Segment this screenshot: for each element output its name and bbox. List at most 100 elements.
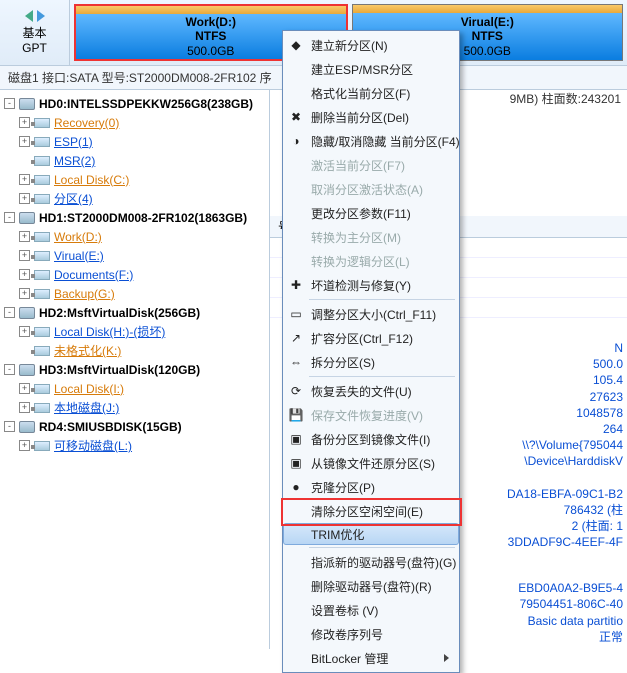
menu-icon: ◑: [287, 132, 305, 150]
tree-disk[interactable]: - HD1:ST2000DM008-2FR102(1863GB): [0, 208, 269, 227]
expand-toggle[interactable]: +: [19, 117, 30, 128]
tree-partition[interactable]: + Virual(E:): [0, 246, 269, 265]
tree-label: MSR(2): [54, 154, 95, 168]
partition-icon: [34, 346, 50, 356]
tree-disk[interactable]: -RD4:SMIUSBDISK(15GB): [0, 417, 269, 436]
tree-label: Documents(F:): [54, 268, 133, 282]
tree-partition[interactable]: MSR(2): [0, 151, 269, 170]
expand-toggle[interactable]: +: [19, 383, 30, 394]
menu-item[interactable]: ▣从镜像文件还原分区(S): [283, 451, 459, 475]
tree-disk[interactable]: -HD3:MsftVirtualDisk(120GB): [0, 360, 269, 379]
expand-toggle[interactable]: +: [19, 231, 30, 242]
expand-toggle[interactable]: +: [19, 326, 30, 337]
menu-item[interactable]: 建立ESP/MSR分区: [283, 57, 459, 81]
tree-label: Backup(G:): [54, 287, 115, 301]
partition-icon: [34, 441, 50, 451]
bottom-line: 正常: [518, 629, 623, 645]
tree-label: 未格式化(K:): [54, 342, 121, 359]
tree-partition[interactable]: +Local Disk(C:): [0, 170, 269, 189]
detail-line: 105.4: [507, 372, 623, 388]
expand-toggle[interactable]: +: [19, 193, 30, 204]
menu-item[interactable]: ↗扩容分区(Ctrl_F12): [283, 326, 459, 350]
submenu-arrow-icon: [444, 654, 449, 662]
disk-icon: [19, 364, 35, 376]
tree-partition[interactable]: +可移动磁盘(L:): [0, 436, 269, 455]
tree-partition[interactable]: +Local Disk(H:)-(损坏): [0, 322, 269, 341]
expand-toggle[interactable]: -: [4, 212, 15, 223]
menu-item[interactable]: 更改分区参数(F11): [283, 201, 459, 225]
menu-item[interactable]: ⟳恢复丢失的文件(U): [283, 379, 459, 403]
expand-toggle[interactable]: -: [4, 98, 15, 109]
menu-icon: [287, 601, 305, 619]
tree-disk[interactable]: - HD2:MsftVirtualDisk(256GB): [0, 303, 269, 322]
detail-line: 500.0: [507, 356, 623, 372]
menu-item[interactable]: 清除分区空闲空间(E): [283, 499, 459, 523]
menu-item[interactable]: ◑ 隐藏/取消隐藏 当前分区(F4): [283, 129, 459, 153]
menu-item[interactable]: 删除驱动器号(盘符)(R): [283, 574, 459, 598]
menu-icon: ⟳: [287, 382, 305, 400]
menu-item[interactable]: 指派新的驱动器号(盘符)(G): [283, 550, 459, 574]
menu-item[interactable]: ✚坏道检测与修复(Y): [283, 273, 459, 297]
expand-toggle[interactable]: -: [4, 364, 15, 375]
arrow-right-icon[interactable]: [37, 10, 45, 22]
tree-disk[interactable]: - HD0:INTELSSDPEKKW256G8(238GB): [0, 94, 269, 113]
info-line-right: 9MB) 柱面数:243201: [510, 90, 621, 107]
tree-partition[interactable]: +Work(D:): [0, 227, 269, 246]
tree-label: Virual(E:): [54, 249, 104, 263]
tree-label: HD2:MsftVirtualDisk(256GB): [39, 306, 200, 320]
expand-toggle[interactable]: +: [19, 174, 30, 185]
menu-item[interactable]: ✖删除当前分区(Del): [283, 105, 459, 129]
menu-item[interactable]: 设置卷标 (V): [283, 598, 459, 622]
bottom-line: Basic data partitio: [518, 613, 623, 629]
menu-item[interactable]: ◆建立新分区(N): [283, 33, 459, 57]
expand-toggle[interactable]: -: [4, 421, 15, 432]
expand-toggle[interactable]: +: [19, 250, 30, 261]
expand-toggle[interactable]: +: [19, 136, 30, 147]
menu-icon: [287, 502, 305, 520]
menu-item[interactable]: ▭调整分区大小(Ctrl_F11): [283, 302, 459, 326]
tree-partition[interactable]: +ESP(1): [0, 132, 269, 151]
tree-partition[interactable]: +Recovery(0): [0, 113, 269, 132]
expand-toggle[interactable]: +: [19, 440, 30, 451]
menu-item[interactable]: 格式化当前分区(F): [283, 81, 459, 105]
tree-partition[interactable]: + Backup(G:): [0, 284, 269, 303]
tree-partition[interactable]: + Documents(F:): [0, 265, 269, 284]
context-menu[interactable]: ◆建立新分区(N)建立ESP/MSR分区格式化当前分区(F)✖删除当前分区(De…: [282, 30, 460, 673]
tree-partition[interactable]: +Local Disk(I:): [0, 379, 269, 398]
expand-toggle[interactable]: -: [4, 307, 15, 318]
menu-item[interactable]: TRIM优化: [283, 523, 459, 545]
tree-label: HD0:INTELSSDPEKKW256G8(238GB): [39, 97, 253, 111]
detail-line: \Device\HarddiskV: [507, 453, 623, 469]
menu-label: 隐藏/取消隐藏 当前分区(F4): [311, 133, 460, 150]
detail-line: 264: [507, 421, 623, 437]
partition-icon: [34, 175, 50, 185]
tree-partition[interactable]: 未格式化(K:): [0, 341, 269, 360]
expand-toggle[interactable]: +: [19, 269, 30, 280]
arrow-left-icon[interactable]: [25, 10, 33, 22]
menu-label: 克隆分区(P): [311, 479, 375, 496]
menu-icon: ◆: [287, 36, 305, 54]
menu-item[interactable]: ▣备份分区到镜像文件(I): [283, 427, 459, 451]
detail-line: 27623: [507, 389, 623, 405]
menu-item[interactable]: BitLocker 管理: [283, 646, 459, 670]
menu-label: 坏道检测与修复(Y): [311, 277, 411, 294]
disk-icon: [19, 98, 35, 110]
menu-item[interactable]: ●克隆分区(P): [283, 475, 459, 499]
menu-icon: [287, 577, 305, 595]
menu-label: 清除分区空闲空间(E): [311, 503, 423, 520]
menu-item[interactable]: 修改卷序列号: [283, 622, 459, 646]
tree-partition[interactable]: +本地磁盘(J:): [0, 398, 269, 417]
disk-icon: [19, 212, 35, 224]
partition-icon: [34, 403, 50, 413]
tree-label: HD1:ST2000DM008-2FR102(1863GB): [39, 211, 247, 225]
menu-label: 删除驱动器号(盘符)(R): [311, 578, 432, 595]
expand-toggle[interactable]: +: [19, 402, 30, 413]
menu-item[interactable]: ⇔拆分分区(S): [283, 350, 459, 374]
menu-label: 从镜像文件还原分区(S): [311, 455, 435, 472]
menu-label: 转换为逻辑分区(L): [311, 253, 410, 270]
tree-partition[interactable]: +分区(4): [0, 189, 269, 208]
expand-toggle[interactable]: +: [19, 288, 30, 299]
partition-icon: [34, 137, 50, 147]
disk-tree[interactable]: - HD0:INTELSSDPEKKW256G8(238GB) +Recovery(…: [0, 90, 270, 649]
nav-arrows[interactable]: [25, 10, 45, 22]
